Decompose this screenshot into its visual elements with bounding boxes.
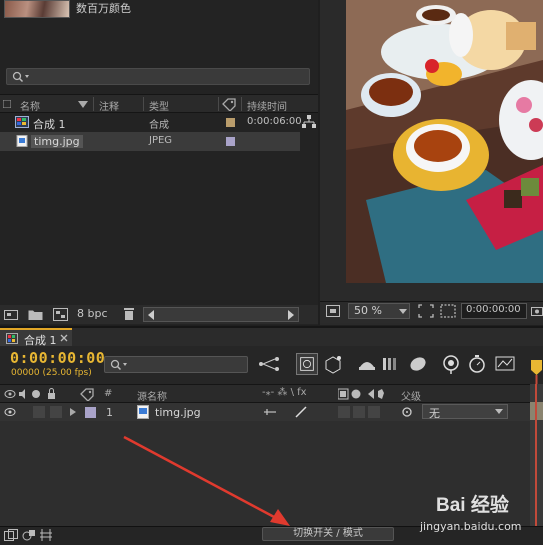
transfer-controls-icon[interactable] (22, 529, 36, 542)
watermark-brand: Bai 经验 (436, 495, 509, 516)
layer-switches-icon[interactable] (4, 529, 18, 542)
annotation-arrow (123, 435, 290, 526)
watermark-url: jingyan.baidu.com (420, 520, 522, 533)
in-out-icon[interactable] (40, 529, 52, 542)
toggle-switches-modes-button[interactable]: 切换开关 / 模式 (262, 527, 394, 541)
